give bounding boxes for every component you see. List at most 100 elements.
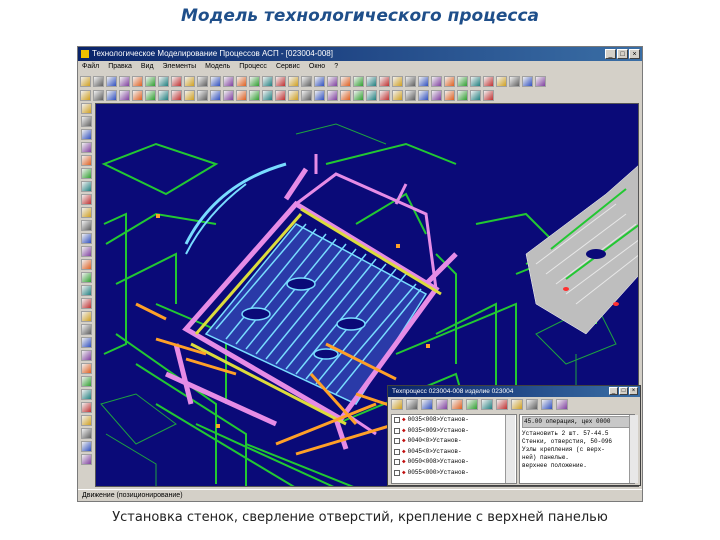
tree-row[interactable]: ◆ 0035<008>Установ- bbox=[392, 415, 516, 426]
menu-item-view[interactable]: Вид bbox=[141, 61, 154, 73]
tree-checkbox[interactable] bbox=[394, 459, 400, 466]
toolbar-tool-icon[interactable] bbox=[556, 399, 568, 410]
tree-row[interactable]: ◆ 0040<0>Установ- bbox=[392, 436, 516, 447]
subwindow-maximize-button[interactable]: □ bbox=[619, 387, 628, 395]
toolbar-tool-icon[interactable] bbox=[81, 155, 92, 166]
process-tree[interactable]: ◆ 0035<008>Установ- ◆ 0035<009>Установ- ◆ 0… bbox=[391, 414, 517, 484]
toolbar-tool-icon[interactable] bbox=[81, 168, 92, 179]
tree-row[interactable]: ◆ 0045<0>Установ- bbox=[392, 447, 516, 458]
toolbar-tool-icon[interactable] bbox=[421, 399, 433, 410]
toolbar-tool-icon[interactable] bbox=[106, 89, 117, 101]
toolbar-tool-icon[interactable] bbox=[431, 75, 442, 87]
toolbar-tool-icon[interactable] bbox=[526, 399, 538, 410]
toolbar-tool-icon[interactable] bbox=[327, 89, 338, 101]
toolbar-tool-icon[interactable] bbox=[301, 89, 312, 101]
toolbar-tool-icon[interactable] bbox=[81, 220, 92, 231]
menu-item-window[interactable]: Окно bbox=[309, 61, 325, 73]
subwindow-close-button[interactable]: × bbox=[629, 387, 638, 395]
menu-item-edit[interactable]: Правка bbox=[108, 61, 132, 73]
toolbar-tool-icon[interactable] bbox=[93, 89, 104, 101]
toolbar-tool-icon[interactable] bbox=[541, 399, 553, 410]
toolbar-tool-icon[interactable] bbox=[132, 75, 143, 87]
toolbar-tool-icon[interactable] bbox=[80, 75, 91, 87]
tree-checkbox[interactable] bbox=[394, 448, 400, 455]
toolbar-tool-icon[interactable] bbox=[444, 89, 455, 101]
toolbar-tool-icon[interactable] bbox=[483, 75, 494, 87]
toolbar-tool-icon[interactable] bbox=[418, 75, 429, 87]
toolbar-tool-icon[interactable] bbox=[81, 129, 92, 140]
toolbar-tool-icon[interactable] bbox=[93, 75, 104, 87]
toolbar-tool-icon[interactable] bbox=[418, 89, 429, 101]
toolbar-tool-icon[interactable] bbox=[145, 89, 156, 101]
toolbar-tool-icon[interactable] bbox=[81, 415, 92, 426]
toolbar-tool-icon[interactable] bbox=[379, 89, 390, 101]
toolbar-tool-icon[interactable] bbox=[496, 75, 507, 87]
toolbar-tool-icon[interactable] bbox=[366, 89, 377, 101]
toolbar-tool-icon[interactable] bbox=[406, 399, 418, 410]
toolbar-tool-icon[interactable] bbox=[81, 298, 92, 309]
maximize-button[interactable]: □ bbox=[617, 49, 628, 59]
toolbar-tool-icon[interactable] bbox=[431, 89, 442, 101]
toolbar-tool-icon[interactable] bbox=[483, 89, 494, 101]
toolbar-tool-icon[interactable] bbox=[444, 75, 455, 87]
toolbar-tool-icon[interactable] bbox=[197, 89, 208, 101]
toolbar-tool-icon[interactable] bbox=[81, 389, 92, 400]
toolbar-tool-icon[interactable] bbox=[80, 89, 91, 101]
toolbar-tool-icon[interactable] bbox=[184, 75, 195, 87]
toolbar-tool-icon[interactable] bbox=[288, 75, 299, 87]
toolbar-tool-icon[interactable] bbox=[236, 89, 247, 101]
toolbar-tool-icon[interactable] bbox=[275, 89, 286, 101]
toolbar-tool-icon[interactable] bbox=[481, 399, 493, 410]
toolbar-tool-icon[interactable] bbox=[340, 75, 351, 87]
toolbar-tool-icon[interactable] bbox=[81, 428, 92, 439]
toolbar-tool-icon[interactable] bbox=[81, 194, 92, 205]
tree-checkbox[interactable] bbox=[394, 427, 400, 434]
tree-row[interactable]: ◆ 0050<008>Установ- bbox=[392, 457, 516, 468]
toolbar-tool-icon[interactable] bbox=[392, 75, 403, 87]
toolbar-tool-icon[interactable] bbox=[522, 75, 533, 87]
toolbar-tool-icon[interactable] bbox=[119, 75, 130, 87]
toolbar-tool-icon[interactable] bbox=[509, 75, 520, 87]
close-button[interactable]: × bbox=[629, 49, 640, 59]
toolbar-tool-icon[interactable] bbox=[171, 89, 182, 101]
toolbar-tool-icon[interactable] bbox=[511, 399, 523, 410]
toolbar-tool-icon[interactable] bbox=[81, 311, 92, 322]
tree-checkbox[interactable] bbox=[394, 469, 400, 476]
toolbar-tool-icon[interactable] bbox=[106, 75, 117, 87]
description-scrollbar[interactable] bbox=[629, 415, 638, 483]
toolbar-tool-icon[interactable] bbox=[210, 75, 221, 87]
operation-description[interactable]: 45.00 операция, цех 0000 Установить 2 шт… bbox=[519, 414, 635, 484]
toolbar-tool-icon[interactable] bbox=[81, 402, 92, 413]
toolbar-tool-icon[interactable] bbox=[405, 89, 416, 101]
toolbar-tool-icon[interactable] bbox=[496, 399, 508, 410]
toolbar-tool-icon[interactable] bbox=[81, 285, 92, 296]
toolbar-tool-icon[interactable] bbox=[405, 75, 416, 87]
menu-item-service[interactable]: Сервис bbox=[276, 61, 300, 73]
toolbar-tool-icon[interactable] bbox=[451, 399, 463, 410]
menu-item-model[interactable]: Модель bbox=[205, 61, 230, 73]
toolbar-tool-icon[interactable] bbox=[81, 142, 92, 153]
toolbar-tool-icon[interactable] bbox=[340, 89, 351, 101]
toolbar-tool-icon[interactable] bbox=[81, 259, 92, 270]
toolbar-tool-icon[interactable] bbox=[119, 89, 130, 101]
toolbar-tool-icon[interactable] bbox=[210, 89, 221, 101]
toolbar-tool-icon[interactable] bbox=[132, 89, 143, 101]
toolbar-tool-icon[interactable] bbox=[158, 75, 169, 87]
toolbar-tool-icon[interactable] bbox=[275, 75, 286, 87]
toolbar-tool-icon[interactable] bbox=[466, 399, 478, 410]
toolbar-tool-icon[interactable] bbox=[535, 75, 546, 87]
toolbar-tool-icon[interactable] bbox=[81, 233, 92, 244]
toolbar-tool-icon[interactable] bbox=[470, 89, 481, 101]
menu-item-process[interactable]: Процесс bbox=[239, 61, 267, 73]
toolbar-tool-icon[interactable] bbox=[457, 89, 468, 101]
toolbar-tool-icon[interactable] bbox=[81, 376, 92, 387]
toolbar-tool-icon[interactable] bbox=[249, 75, 260, 87]
menu-item-elements[interactable]: Элементы bbox=[163, 61, 197, 73]
toolbar-tool-icon[interactable] bbox=[81, 363, 92, 374]
toolbar-tool-icon[interactable] bbox=[314, 89, 325, 101]
toolbar-tool-icon[interactable] bbox=[223, 89, 234, 101]
toolbar-tool-icon[interactable] bbox=[223, 75, 234, 87]
tree-checkbox[interactable] bbox=[394, 438, 400, 445]
toolbar-tool-icon[interactable] bbox=[379, 75, 390, 87]
toolbar-tool-icon[interactable] bbox=[158, 89, 169, 101]
